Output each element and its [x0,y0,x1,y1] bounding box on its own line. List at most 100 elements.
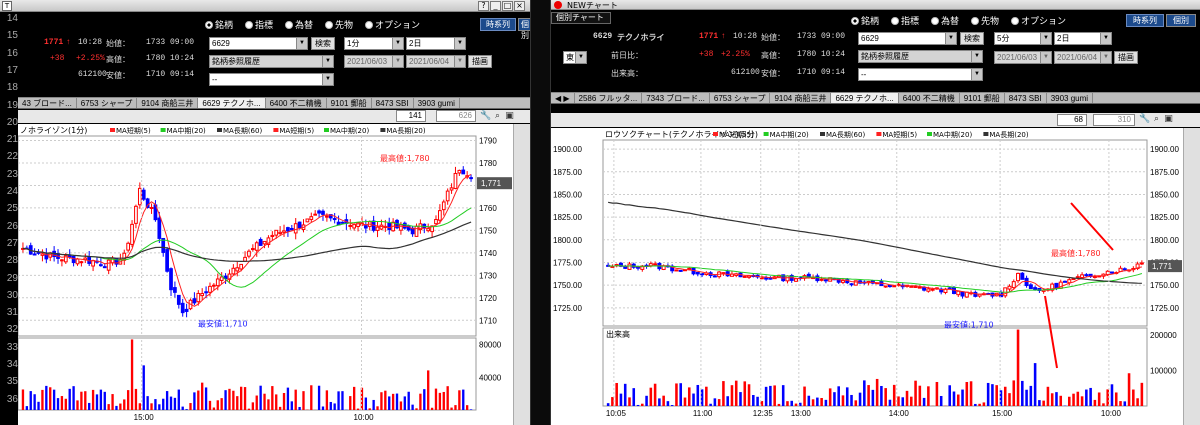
symbol-tab[interactable]: 6400 不二精機 [266,98,327,108]
symbol-tab[interactable]: 9101 郵船 [327,98,372,108]
close-button[interactable]: × [514,1,525,11]
symbol-tab[interactable]: 6753 シャープ [77,98,138,108]
scroll-total-field[interactable]: 310 [1093,114,1135,126]
candle [399,224,403,231]
volume-bar [781,385,785,406]
high-label: 高値： [106,56,130,65]
radio-index[interactable]: 指標 [245,18,273,31]
interval-select[interactable]: 5分 ▼ [994,32,1052,45]
candle [356,222,360,228]
wrench-icon[interactable]: 🔧 [1139,114,1150,125]
legend-item: MA中期(20) [770,130,809,139]
candle [379,224,384,230]
right-candlestick-chart[interactable]: ロウソクチャート(テクノホライゾン)(5分)MA短期(5) MA中期(20) MA長… [551,128,1183,425]
symbol-tab[interactable]: 6753 シャープ [710,93,771,103]
candle [176,294,181,305]
timeseries-button[interactable]: 時系列 [480,18,516,31]
symbol-history-select[interactable]: 銘柄参照履歴 ▼ [858,50,983,63]
symbol-tab[interactable]: 3903 gumi [1047,93,1094,103]
candle [375,226,380,231]
timeseries-button[interactable]: 時系列 [1126,14,1164,27]
radio-stock[interactable]: 銘柄 [205,18,233,31]
volume-bar [914,380,917,406]
symbol-history-select[interactable]: 銘柄参照履歴 ▼ [209,55,334,68]
radio-futures[interactable]: 先物 [971,14,999,27]
volume-bar [446,386,449,410]
scroll-total-field[interactable]: 626 [436,110,476,122]
symbol-tab[interactable]: 9104 商船三井 [770,93,832,103]
symbol-tab[interactable]: 2586 フルッタ... [575,93,643,103]
legend-item: MA長期(60) [223,127,262,135]
save-icon[interactable]: ▣ [504,111,515,122]
candle [687,267,692,270]
individual-button[interactable]: 個別 [1166,14,1196,27]
search-icon[interactable]: ⌕ [1151,114,1162,125]
legend-item: MA長期(60) [826,131,865,139]
radio-fx[interactable]: 為替 [285,18,313,31]
volume-bar [875,378,879,406]
candle [130,223,134,245]
symbol-tab[interactable]: 9104 商船三井 [137,98,199,108]
volume-bar [1050,393,1054,406]
symbol-tab[interactable]: 43 ブロード... [18,98,77,108]
symbol-tab[interactable]: 8473 SBI [372,98,414,108]
x-tick-label: 12:35 [753,409,774,418]
date-to-field[interactable]: 2021/06/04 ▼ [406,55,466,68]
save-icon[interactable]: ▣ [1163,114,1174,125]
date-from-field[interactable]: 2021/06/03 ▼ [994,51,1052,64]
volume-bar [216,400,219,410]
help-button[interactable]: ? [478,1,489,11]
tab-scroll-arrows-icon[interactable]: ◀ ▶ [551,93,575,103]
date-from-field[interactable]: 2021/06/03 ▼ [344,55,404,68]
period-select[interactable]: 2日 ▼ [406,37,466,50]
radio-options[interactable]: オプション [365,18,420,31]
scroll-position-field[interactable]: 141 [396,110,426,122]
individual-chart-tab[interactable]: 個別チャート [551,12,611,24]
volume-bar [734,380,738,406]
symbol-code-select[interactable]: 6629 ▼ [209,37,308,50]
symbol-tab[interactable]: 6400 不二精機 [899,93,960,103]
search-icon[interactable]: ⌕ [492,111,503,122]
candle [141,189,146,200]
volume-bar [722,381,725,406]
volume-bar [1110,384,1114,406]
radio-stock[interactable]: 銘柄 [851,14,879,27]
volume-bar [777,403,781,406]
symbol-tab[interactable]: 6629 テクノホ... [198,98,266,108]
search-button[interactable]: 検索 [311,37,335,50]
period-select[interactable]: 2日 ▼ [1054,32,1112,45]
radio-futures[interactable]: 先物 [325,18,353,31]
radio-fx[interactable]: 為替 [931,14,959,27]
symbol-tab[interactable]: 9101 郵船 [960,93,1005,103]
blank-select[interactable]: -- ▼ [209,73,334,86]
volume-label: 出来高 [606,329,630,339]
left-candlestick-chart[interactable]: ノホライゾン(1分) MA短期(5) MA中期(20) MA長期(60) MA短期(5)… [18,124,513,425]
draw-button[interactable]: 描画 [468,55,492,68]
wrench-icon[interactable]: 🔧 [480,111,491,122]
search-button[interactable]: 検索 [960,32,984,45]
chevron-down-icon: ▼ [971,51,982,62]
symbol-code-select[interactable]: 6629 ▼ [858,32,957,45]
symbol-tab[interactable]: 8473 SBI [1005,93,1047,103]
blank-select[interactable]: -- ▼ [858,68,983,81]
individual-button[interactable]: 個別 [518,18,530,40]
radio-options[interactable]: オプション [1011,14,1066,27]
interval-select[interactable]: 1分 ▼ [344,37,404,50]
volume-bar [1038,400,1041,406]
radio-index[interactable]: 指標 [891,14,919,27]
volume-bar [146,396,149,410]
symbol-tab[interactable]: 3903 gumi [414,98,460,108]
scroll-position-field[interactable]: 68 [1057,114,1087,126]
symbol-tab[interactable]: 7343 ブロード... [642,93,710,103]
date-to-field[interactable]: 2021/06/04 ▼ [1054,51,1112,64]
exchange-select[interactable]: 東 ▼ [563,51,587,64]
open-time: 09:00 [170,38,195,47]
draw-button[interactable]: 描画 [1114,51,1138,64]
minimize-button[interactable]: _ [490,1,501,11]
maximize-button[interactable]: □ [502,1,513,11]
x-tick-label: 10:00 [1101,409,1122,418]
symbol-tab[interactable]: 6629 テクノホ... [831,93,899,103]
high-annotation: 最高値:1,780 [380,153,430,163]
high-time: 10:24 [821,50,846,59]
candle [173,287,177,293]
